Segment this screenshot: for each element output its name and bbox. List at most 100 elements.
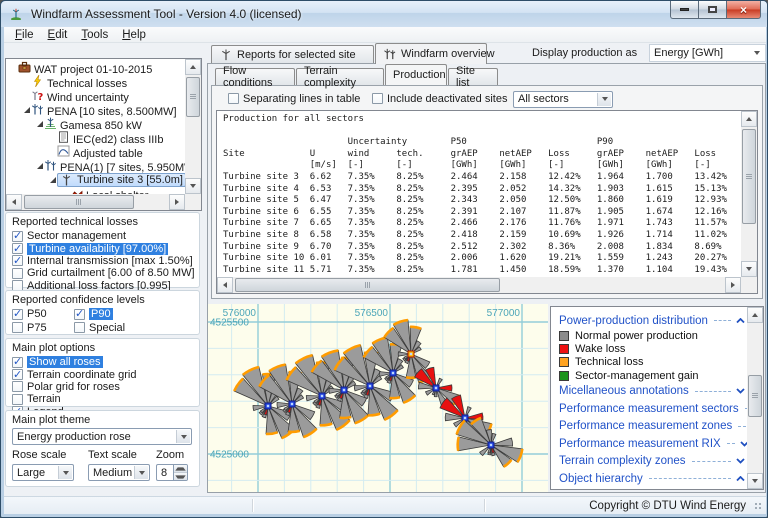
- tree-item[interactable]: Technical losses: [6, 74, 185, 90]
- sector-filter-select[interactable]: All sectors: [513, 90, 613, 108]
- loss-checkbox-grid-curtailment-6-00-of-8-50-mw[interactable]: Grid curtailment [6.00 of 8.50 MW]: [12, 267, 195, 279]
- tree-vertical-scrollbar[interactable]: [185, 59, 201, 194]
- tree-item[interactable]: Turbine site 3 [55.0m]: [6, 173, 185, 187]
- scroll-right-button[interactable]: [725, 277, 741, 293]
- chevron-up-icon[interactable]: [736, 315, 745, 327]
- confidence-checkbox-p50[interactable]: P50: [12, 307, 74, 320]
- tab-flow-conditions[interactable]: Flow conditions: [215, 65, 295, 89]
- separating-lines-checkbox[interactable]: Separating lines in table: [228, 93, 360, 105]
- menu-item-help[interactable]: Help: [115, 28, 153, 42]
- loss-checkbox-turbine-availability-97-00[interactable]: Turbine availability [97.00%]: [12, 242, 193, 255]
- production-report-pane[interactable]: Production for all sectors Uncertainty P…: [216, 110, 758, 294]
- legend-color-swatch: [559, 344, 569, 355]
- tree-item[interactable]: PENA(1) [7 sites, 5.950MW]: [6, 159, 185, 174]
- text-scale-select[interactable]: Medium: [88, 464, 150, 481]
- tab-site-list[interactable]: Site list: [448, 65, 498, 89]
- chevron-down-icon[interactable]: [736, 385, 745, 397]
- scroll-up-button[interactable]: [747, 307, 763, 323]
- tree-vscroll-thumb[interactable]: [186, 77, 200, 117]
- report-vscroll-thumb[interactable]: [742, 129, 756, 224]
- scroll-up-button[interactable]: [741, 111, 757, 127]
- spin-down-button[interactable]: [174, 472, 187, 480]
- scroll-down-button[interactable]: [185, 178, 201, 194]
- tree-item[interactable]: ? Wind uncertainty: [6, 89, 185, 104]
- rose-scale-select[interactable]: Large: [12, 464, 74, 481]
- expander-icon[interactable]: [22, 107, 31, 113]
- tab-production[interactable]: Production: [385, 64, 447, 85]
- confidence-checkbox-p90[interactable]: P90: [74, 307, 193, 321]
- tree-horizontal-scrollbar[interactable]: [6, 194, 185, 210]
- legend-scroll-thumb[interactable]: [748, 375, 762, 417]
- maximize-button[interactable]: [698, 1, 727, 19]
- production-rose-map[interactable]: 576000 576500 577000 4525500 4525000: [208, 304, 548, 492]
- tab-windfarm-overview[interactable]: Windfarm overview: [375, 43, 495, 64]
- report-horizontal-scrollbar[interactable]: [217, 277, 741, 293]
- legend-section-performance-measurement-zones[interactable]: Performance measurement zones: [559, 417, 747, 435]
- map-canvas[interactable]: 576000 576500 57700045255004525000: [208, 304, 548, 492]
- loss-checkbox-sector-management[interactable]: Sector management: [12, 229, 193, 242]
- tree-item[interactable]: Adjusted table: [6, 145, 185, 160]
- plot-option-checkbox-terrain-coordinate-grid[interactable]: Terrain coordinate grid: [12, 368, 193, 381]
- report-vertical-scrollbar[interactable]: [741, 111, 757, 277]
- legend-section-terrain-complexity-zones[interactable]: Terrain complexity zones: [559, 452, 745, 470]
- tree-item[interactable]: Local shelter: [6, 187, 185, 194]
- legend-section-performance-measurement-rix[interactable]: Performance measurement RIX: [559, 435, 747, 453]
- tab-terrain-complexity[interactable]: Terrain complexity: [296, 65, 384, 89]
- scroll-down-button[interactable]: [741, 261, 757, 277]
- legend-section-object-hierarchy[interactable]: Object hierarchy: [559, 470, 745, 488]
- minimize-button[interactable]: [670, 1, 699, 19]
- tree-item[interactable]: Gamesa 850 kW: [6, 117, 185, 132]
- resize-grip[interactable]: [753, 501, 763, 511]
- legend-scrollbar[interactable]: [747, 307, 763, 489]
- confidence-checkbox-special[interactable]: Special: [74, 321, 193, 334]
- scroll-left-button[interactable]: [6, 194, 22, 210]
- loss-checkbox-internal-transmission-max-1-50[interactable]: Internal transmission [max 1.50%]: [12, 254, 193, 267]
- plot-theme-select[interactable]: Energy production rose: [12, 428, 192, 445]
- confidence-checkbox-p75[interactable]: P75: [12, 321, 74, 334]
- legend-section-label: Micellaneous annotations: [559, 385, 689, 397]
- close-button[interactable]: ×: [726, 1, 761, 19]
- title-bar[interactable]: Windfarm Assessment Tool - Version 4.0 (…: [1, 1, 767, 27]
- project-tree[interactable]: WAT project 01-10-2015 Technical losses? W…: [5, 58, 202, 211]
- chevron-down-icon[interactable]: [740, 438, 747, 450]
- tree-item-label: PENA(1) [7 sites, 5.950MW]: [60, 161, 185, 174]
- menu-item-tools[interactable]: Tools: [74, 28, 115, 42]
- tree-item[interactable]: IEC(ed2) class IIIb: [6, 130, 185, 146]
- zoom-value[interactable]: 8: [156, 464, 174, 481]
- zoom-stepper[interactable]: 8: [156, 464, 188, 481]
- checkbox-icon: [12, 307, 23, 320]
- scroll-up-button[interactable]: [185, 59, 201, 75]
- expander-icon[interactable]: [48, 177, 57, 183]
- legend-section-label: Performance measurement RIX: [559, 437, 721, 450]
- display-production-select[interactable]: Energy [GWh]: [649, 44, 766, 62]
- checkbox-label: Terrain coordinate grid: [27, 368, 137, 381]
- scroll-right-button[interactable]: [169, 194, 185, 210]
- expander-icon[interactable]: [35, 121, 44, 127]
- tree-item[interactable]: WAT project 01-10-2015: [6, 61, 185, 76]
- tab-reports-for-selected-site[interactable]: Reports for selected site: [211, 45, 374, 63]
- turbine-icon: [60, 174, 74, 186]
- tree-hscroll-thumb[interactable]: [24, 195, 134, 209]
- plot-option-checkbox-show-all-roses[interactable]: Show all roses: [12, 355, 193, 369]
- legend-section-label: Power-production distribution: [559, 314, 708, 327]
- tree-item[interactable]: PENA [10 sites, 8.500MW]: [6, 103, 185, 118]
- legend-section-micellaneous-annotations[interactable]: Micellaneous annotations: [559, 382, 745, 400]
- legend-dash-line: [694, 390, 731, 392]
- close-icon: ×: [739, 2, 747, 17]
- menu-item-file[interactable]: File: [8, 28, 41, 42]
- chevron-down-icon[interactable]: [736, 455, 745, 467]
- scroll-left-button[interactable]: [217, 277, 233, 293]
- legend-color-swatch: [559, 331, 569, 342]
- chevron-down-icon: [58, 466, 72, 479]
- report-hscroll-thumb[interactable]: [235, 278, 500, 292]
- chevron-up-icon[interactable]: [736, 473, 745, 485]
- include-deactivated-checkbox[interactable]: Include deactivated sites: [372, 93, 507, 105]
- legend-section-performance-measurement-sectors[interactable]: Performance measurement sectors: [559, 400, 747, 418]
- expander-icon[interactable]: [35, 163, 44, 169]
- plot-option-checkbox-polar-grid-for-roses[interactable]: Polar grid for roses: [12, 381, 193, 393]
- menu-item-edit[interactable]: Edit: [41, 28, 75, 42]
- legend-section-power-production-distribution[interactable]: Power-production distribution: [559, 312, 745, 330]
- plot-option-checkbox-terrain[interactable]: Terrain: [12, 393, 193, 405]
- spin-up-button[interactable]: [174, 465, 187, 472]
- scroll-down-button[interactable]: [747, 473, 763, 489]
